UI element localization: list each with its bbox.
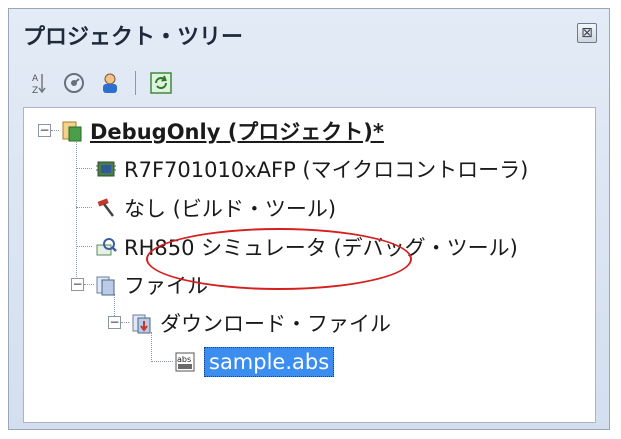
abs-badge-text: abs — [177, 355, 191, 364]
tree-node-download-files[interactable]: ダウンロード・ファイル — [130, 308, 391, 338]
microcontroller-label: R7F701010xAFP (マイクロコントローラ) — [124, 158, 529, 182]
refresh-button[interactable] — [146, 68, 176, 98]
tree-connector — [76, 246, 92, 247]
svg-text:Z: Z — [32, 86, 38, 95]
download-files-label: ダウンロード・ファイル — [160, 312, 391, 336]
tree-connector — [76, 168, 92, 169]
folder-icon — [96, 276, 115, 296]
tree-node-files[interactable]: ファイル — [94, 270, 208, 300]
abs-file-icon: abs — [175, 352, 195, 372]
user-icon — [103, 73, 117, 93]
tree-connector — [51, 130, 59, 131]
user-button[interactable] — [95, 68, 125, 98]
refresh-icon — [150, 72, 172, 94]
tree-connector — [76, 207, 92, 208]
tree-node-file-sample[interactable]: abs sample.abs — [174, 347, 335, 377]
collapse-toggle-download-files[interactable]: − — [108, 316, 121, 329]
tree-connector — [84, 284, 94, 285]
panel-title: プロジェクト・ツリー — [23, 25, 244, 50]
panel-titlebar: プロジェクト・ツリー ⊠ — [9, 9, 609, 59]
microcontroller-icon — [96, 161, 116, 177]
debug-tool-label: RH850 シミュレータ (デバッグ・ツール) — [124, 236, 518, 260]
build-mode-button[interactable] — [59, 68, 89, 98]
build-mode-icon — [64, 73, 84, 93]
files-label: ファイル — [124, 274, 208, 298]
tree-node-debug-tool[interactable]: RH850 シミュレータ (デバッグ・ツール) — [94, 232, 518, 262]
download-folder-icon — [132, 314, 151, 334]
sort-icon: A Z — [32, 74, 46, 95]
tree-node-project[interactable]: DebugOnly (プロジェクト)* — [60, 116, 384, 146]
build-tool-label: なし (ビルド・ツール) — [124, 197, 337, 221]
close-button[interactable]: ⊠ — [577, 23, 597, 43]
collapse-toggle-root[interactable]: − — [38, 124, 51, 137]
svg-text:A: A — [32, 74, 39, 84]
tree-connector — [151, 361, 173, 362]
tree-connector — [121, 322, 129, 323]
project-label: DebugOnly (プロジェクト)* — [90, 120, 384, 144]
close-icon: ⊠ — [581, 25, 593, 41]
tree-node-build-tool[interactable]: なし (ビルド・ツール) — [94, 193, 336, 223]
collapse-toggle-files[interactable]: − — [71, 278, 84, 291]
project-tree-panel: プロジェクト・ツリー ⊠ A Z − − − DebugOnly (プロジェクト… — [8, 8, 610, 430]
project-icon — [62, 121, 82, 142]
project-tree[interactable]: − − − DebugOnly (プロジェクト)* R7F701010xAFP … — [23, 107, 596, 423]
file-sample-label: sample.abs — [204, 347, 335, 377]
toolbar-separator — [135, 71, 136, 95]
debug-tool-icon — [96, 238, 117, 256]
tree-connector — [76, 142, 77, 285]
sort-button[interactable]: A Z — [23, 68, 53, 98]
hammer-icon — [97, 198, 114, 217]
toolbar: A Z — [23, 65, 595, 101]
tree-node-microcontroller[interactable]: R7F701010xAFP (マイクロコントローラ) — [94, 154, 528, 184]
